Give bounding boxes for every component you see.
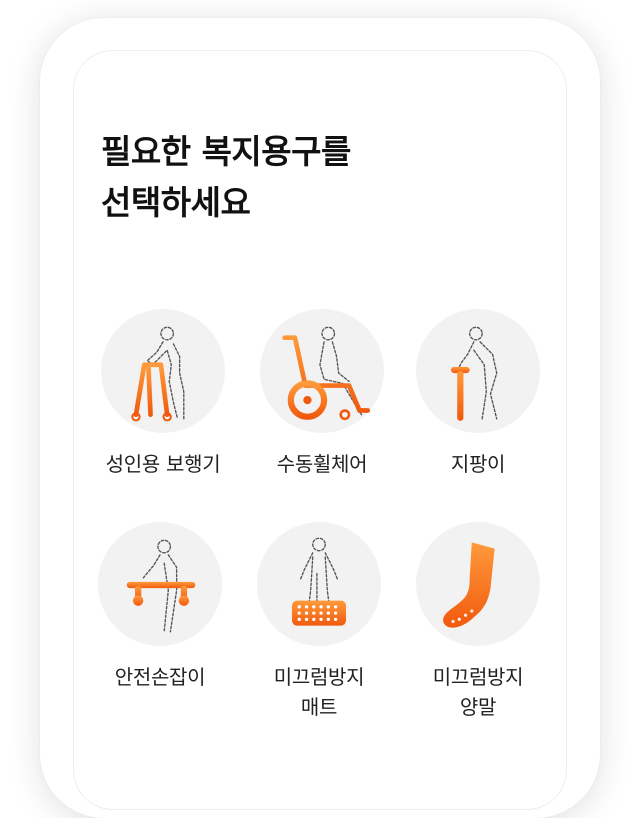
item-anti-slip-socks-label-line-2: 양말 [459, 695, 497, 719]
anti-slip-socks-icon-circle [416, 522, 540, 646]
page-title-line-1: 필요한 복지용구를 [101, 132, 351, 171]
item-anti-slip-socks-label-line-1: 미끄럼방지 [432, 665, 524, 689]
walker-icon-circle [101, 309, 225, 433]
wheelchair-icon-circle [260, 309, 384, 433]
item-wheelchair-label-line-1: 수동휠체어 [276, 452, 368, 476]
safety-handle-icon-circle [98, 522, 222, 646]
anti-slip-mat-icon-circle [257, 522, 381, 646]
item-walker-label: 성인용 보행기 [83, 449, 243, 479]
item-anti-slip-mat-label: 미끄럼방지 매트 [239, 662, 399, 722]
cane-icon-circle [416, 309, 540, 433]
item-safety-handle-label-line-1: 안전손잡이 [114, 665, 206, 689]
item-anti-slip-socks-label: 미끄럼방지 양말 [398, 662, 558, 722]
item-cane[interactable]: 지팡이 [398, 309, 558, 479]
item-safety-handle-label: 안전손잡이 [80, 662, 240, 692]
item-anti-slip-socks[interactable]: 미끄럼방지 양말 [398, 522, 558, 722]
item-anti-slip-mat-label-line-1: 미끄럼방지 [273, 665, 365, 689]
safety-handle-icon [126, 539, 196, 633]
item-safety-handle[interactable]: 안전손잡이 [80, 522, 240, 692]
item-cane-label: 지팡이 [398, 449, 558, 479]
wheelchair-icon [282, 326, 371, 421]
cane-icon [450, 326, 498, 421]
page-title-line-2: 선택하세요 [101, 183, 251, 222]
anti-slip-socks-icon [443, 542, 495, 628]
item-wheelchair-label: 수동휠체어 [242, 449, 402, 479]
item-walker[interactable]: 성인용 보행기 [83, 309, 243, 479]
walker-icon [131, 326, 185, 422]
item-anti-slip-mat[interactable]: 미끄럼방지 매트 [239, 522, 399, 722]
item-walker-label-line-1: 성인용 보행기 [105, 452, 221, 476]
item-wheelchair[interactable]: 수동휠체어 [242, 309, 402, 479]
anti-slip-mat-icon [291, 537, 347, 626]
item-anti-slip-mat-label-line-2: 매트 [300, 695, 338, 719]
item-cane-label-line-1: 지팡이 [450, 452, 506, 476]
page-title: 필요한 복지용구를 선택하세요 [101, 126, 351, 228]
